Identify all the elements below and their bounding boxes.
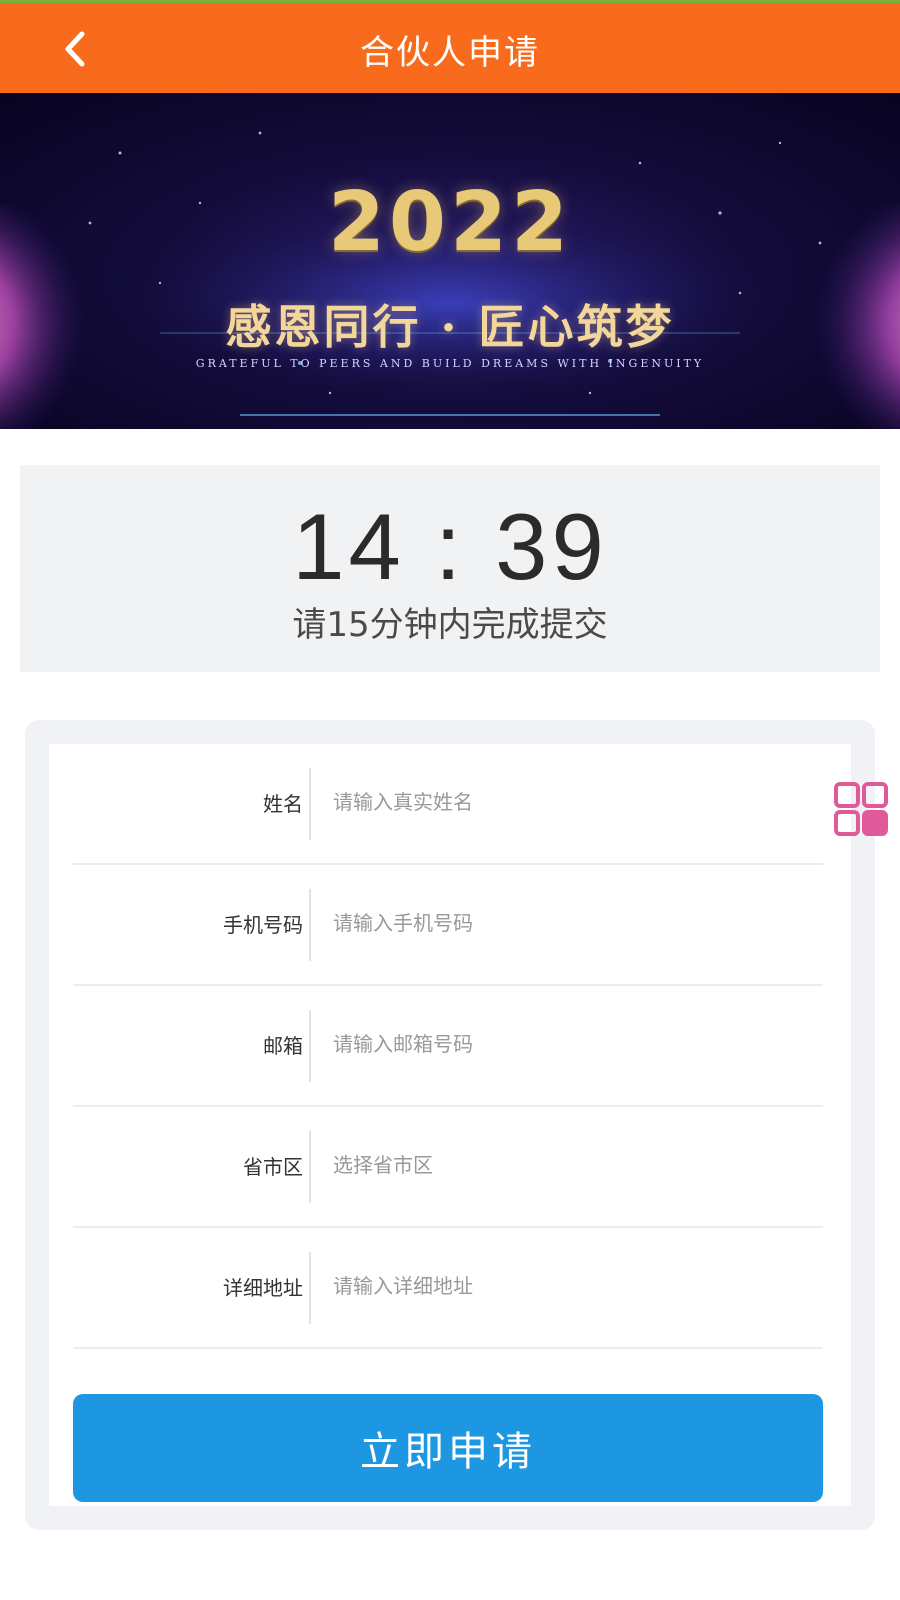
form-row-email[interactable]: 邮箱 <box>73 986 823 1107</box>
form-row-address[interactable]: 详细地址 <box>73 1228 823 1349</box>
name-input[interactable] <box>333 780 803 824</box>
countdown-timer: 14 : 39 <box>292 494 608 599</box>
field-divider <box>309 889 311 961</box>
form-row-name[interactable]: 姓名 <box>73 744 823 865</box>
banner-year: 2022 <box>327 175 573 270</box>
banner-slogan-english: GRATEFUL TO PEERS AND BUILD DREAMS WITH … <box>195 357 705 370</box>
application-form-card: 姓名 手机号码 邮箱 省市区 详细地址 立即申请 <box>25 720 875 1530</box>
region-select[interactable] <box>333 1143 803 1187</box>
banner-slogan: 感恩同行 · 匠心筑梦 <box>225 300 675 354</box>
field-divider <box>309 1252 311 1324</box>
phone-label: 手机号码 <box>223 913 303 937</box>
field-divider <box>309 1010 311 1082</box>
field-divider <box>309 768 311 840</box>
floating-menu-button[interactable] <box>832 780 892 840</box>
region-label: 省市区 <box>243 1155 303 1179</box>
phone-input[interactable] <box>333 901 803 945</box>
promo-banner: 2022 感恩同行 · 匠心筑梦 GRATEFUL TO PEERS AND B… <box>0 93 900 429</box>
email-input[interactable] <box>333 1022 803 1066</box>
page-title: 合伙人申请 <box>360 33 540 73</box>
form-row-region[interactable]: 省市区 <box>73 1107 823 1228</box>
address-input[interactable] <box>333 1264 803 1308</box>
grid-icon <box>834 782 888 836</box>
application-form: 姓名 手机号码 邮箱 省市区 详细地址 立即申请 <box>49 744 851 1506</box>
app-header: 合伙人申请 <box>0 3 900 93</box>
submit-application-button[interactable]: 立即申请 <box>73 1394 823 1502</box>
email-label: 邮箱 <box>263 1034 303 1058</box>
countdown-panel: 14 : 39 请15分钟内完成提交 <box>20 465 880 672</box>
address-label: 详细地址 <box>223 1276 303 1300</box>
countdown-hint: 请15分钟内完成提交 <box>292 605 608 645</box>
field-divider <box>309 1131 311 1203</box>
form-row-phone[interactable]: 手机号码 <box>73 865 823 986</box>
name-label: 姓名 <box>263 792 303 816</box>
